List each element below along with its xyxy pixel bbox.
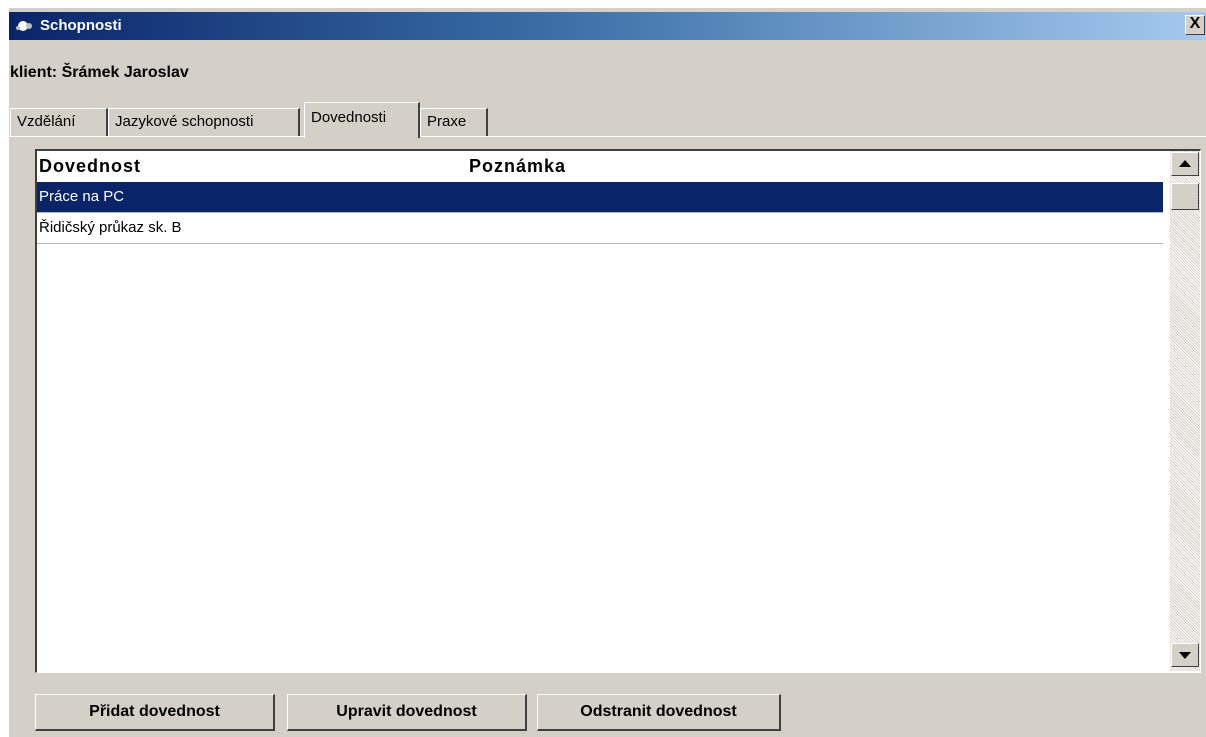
list-header: Dovednost Poznámka xyxy=(37,151,1165,181)
tab-praxe[interactable]: Praxe xyxy=(420,108,488,136)
tab-jazykove-schopnosti[interactable]: Jazykové schopnosti xyxy=(108,108,300,136)
table-row[interactable]: Řidičský průkaz sk. B xyxy=(37,213,1163,243)
edit-skill-button[interactable]: Upravit dovednost xyxy=(287,694,527,731)
arrow-down-icon xyxy=(1179,652,1191,659)
table-row[interactable]: Práce na PC xyxy=(37,182,1163,212)
skills-list[interactable]: Dovednost Poznámka Práce na PC Řidičský … xyxy=(35,149,1201,673)
client-label: klient: Šrámek Jaroslav xyxy=(10,64,189,81)
dialog-window: Schopnosti X klient: Šrámek Jaroslav Vzd… xyxy=(8,8,1206,737)
remove-skill-button[interactable]: Odstranit dovednost xyxy=(537,694,781,731)
window-title: Schopnosti xyxy=(40,17,122,34)
scroll-thumb[interactable] xyxy=(1171,183,1199,210)
tab-panel-border xyxy=(9,136,1206,137)
scroll-up-button[interactable] xyxy=(1171,152,1199,176)
close-button[interactable]: X xyxy=(1185,15,1205,35)
column-header-dovednost[interactable]: Dovednost xyxy=(39,156,141,177)
title-bar[interactable]: Schopnosti X xyxy=(9,12,1206,40)
arrow-up-icon xyxy=(1179,160,1191,167)
cell-dovednost: Řidičský průkaz sk. B xyxy=(39,219,182,236)
column-header-poznamka[interactable]: Poznámka xyxy=(469,156,566,177)
scroll-down-button[interactable] xyxy=(1171,643,1199,667)
tab-vzdelani[interactable]: Vzdělání xyxy=(10,108,108,136)
add-skill-button[interactable]: Přidat dovednost xyxy=(35,694,275,731)
tab-dovednosti[interactable]: Dovednosti xyxy=(304,102,420,138)
vertical-scrollbar[interactable] xyxy=(1170,151,1200,671)
close-icon: X xyxy=(1189,15,1201,32)
app-icon xyxy=(16,21,32,31)
cell-dovednost: Práce na PC xyxy=(39,188,125,205)
row-divider xyxy=(37,243,1163,244)
